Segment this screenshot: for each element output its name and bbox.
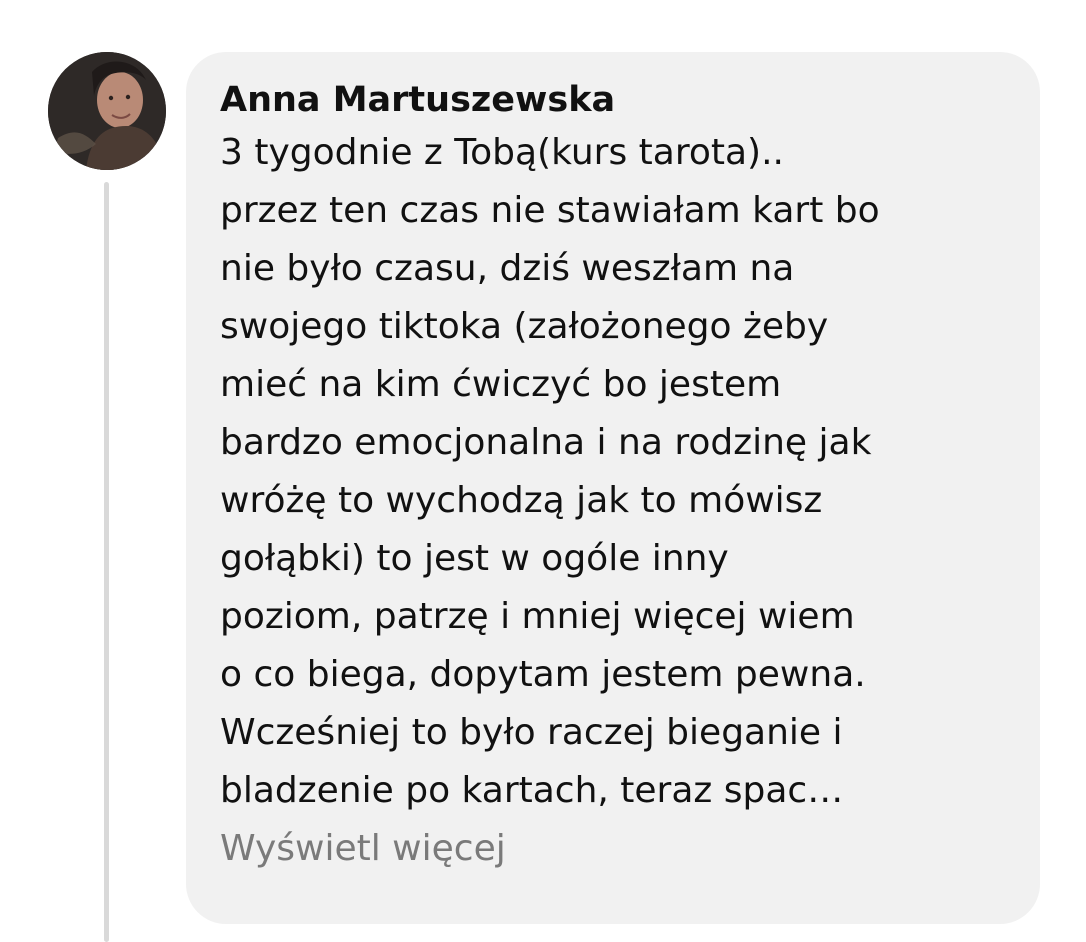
comment-text-line: poziom, patrzę i mniej więcej wiem — [220, 596, 855, 637]
comment-text: 3 tygodnie z Tobą(kurs tarota).. przez t… — [220, 124, 1010, 820]
avatar-photo — [48, 52, 166, 170]
comment-text-line: gołąbki) to jest w ogóle inny — [220, 538, 729, 579]
comment-text-line: Wcześniej to było raczej bieganie i — [220, 712, 843, 753]
comment-text-line: bardzo emocjonalna i na rodzinę jak — [220, 422, 872, 463]
comment-bubble: Anna Martuszewska 3 tygodnie z Tobą(kurs… — [186, 52, 1040, 924]
comment-text-line: nie było czasu, dziś weszłam na — [220, 248, 795, 289]
comment-text-line: swojego tiktoka (założonego żeby — [220, 306, 829, 347]
avatar[interactable] — [48, 52, 166, 170]
comment-text-line: o co biega, dopytam jestem pewna. — [220, 654, 866, 695]
comment-text-line: przez ten czas nie stawiałam kart bo — [220, 190, 880, 231]
comment-author-name[interactable]: Anna Martuszewska — [220, 78, 1010, 122]
comment-text-line: bladzenie po kartach, teraz spac… — [220, 770, 844, 811]
comment-text-line: mieć na kim ćwiczyć bo jestem — [220, 364, 782, 405]
comment-text-line: 3 tygodnie z Tobą(kurs tarota).. — [220, 132, 784, 173]
reply-thread-line — [104, 182, 109, 942]
see-more-link[interactable]: Wyświetl więcej — [220, 820, 1010, 878]
comment-text-line: wróżę to wychodzą jak to mówisz — [220, 480, 823, 521]
